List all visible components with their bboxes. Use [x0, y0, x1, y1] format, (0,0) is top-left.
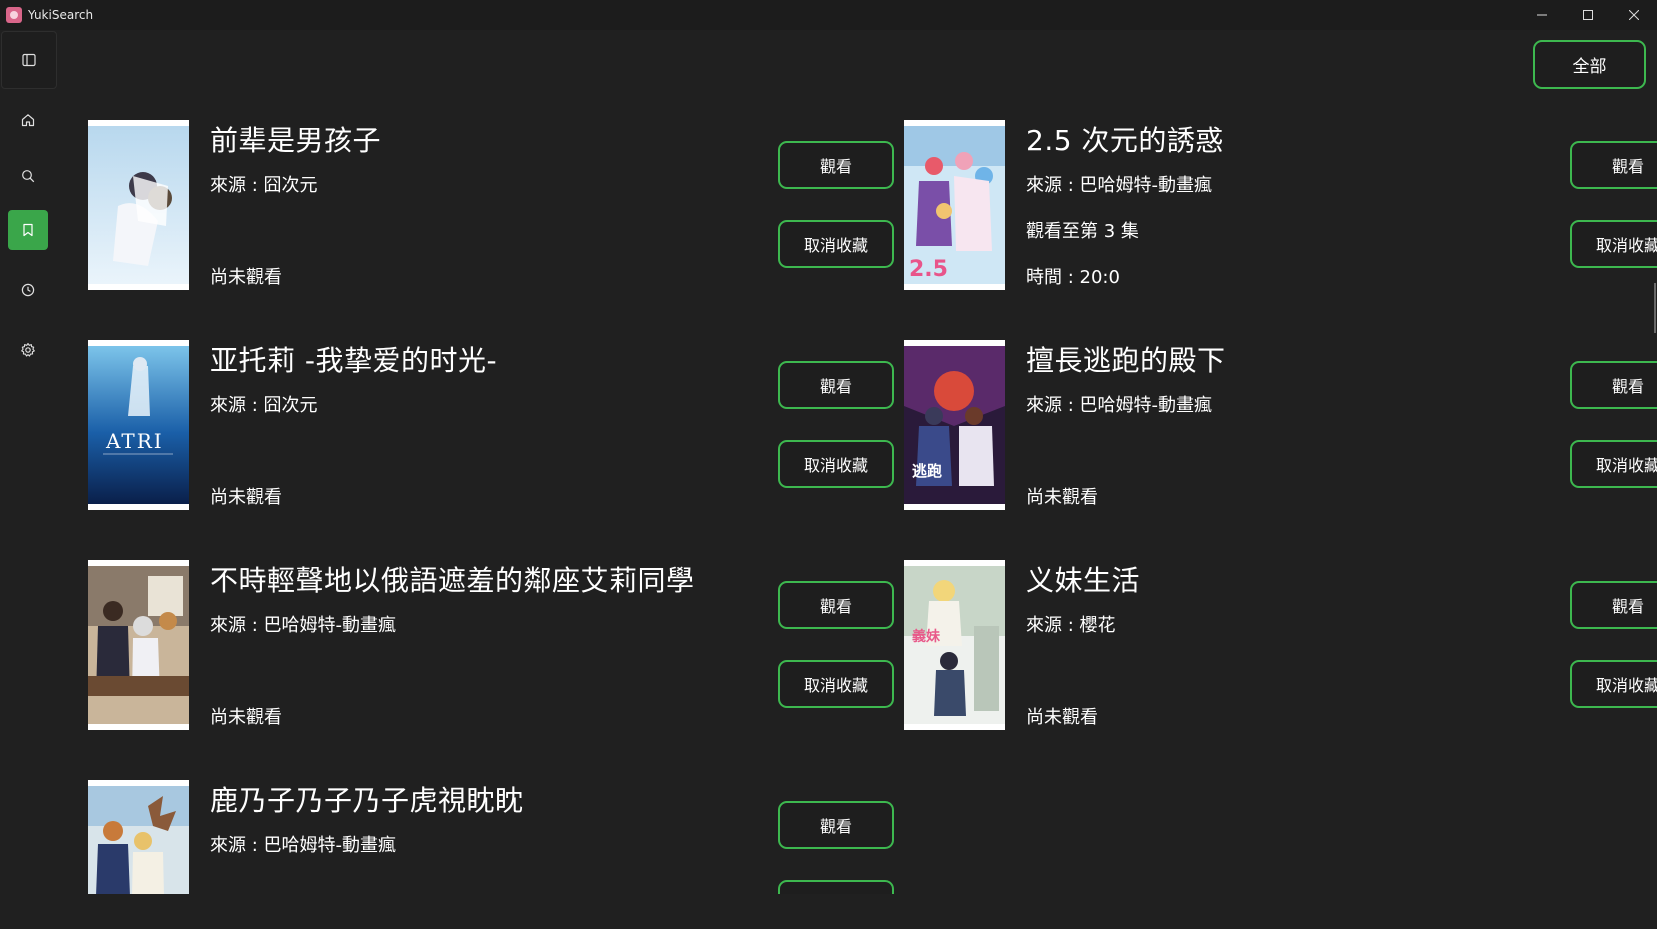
minimize-button[interactable]: [1519, 0, 1565, 30]
scrollbar-thumb[interactable]: [1654, 283, 1656, 333]
sidebar-item-favorites[interactable]: [8, 210, 48, 250]
svg-text:ATRI: ATRI: [105, 429, 164, 453]
watch-button[interactable]: 觀看: [1570, 361, 1657, 409]
poster-art: [88, 126, 189, 284]
source-label: 來源 : 櫻花: [1026, 615, 1116, 636]
close-button[interactable]: [1611, 0, 1657, 30]
source-label: 來源 : 囧次元: [210, 395, 318, 416]
poster-art: [88, 566, 189, 724]
maximize-button[interactable]: [1565, 0, 1611, 30]
source-label: 來源 : 巴哈姆特-動畫瘋: [210, 835, 397, 856]
anime-title: 鹿乃子乃子乃子虎視眈眈: [210, 784, 524, 817]
sidebar: [0, 30, 58, 929]
poster-image[interactable]: [88, 780, 189, 894]
status-label: 尚未觀看: [210, 267, 282, 288]
source-label: 來源 : 巴哈姆特-動畫瘋: [1026, 395, 1213, 416]
unfavorite-button[interactable]: 取消收藏: [778, 220, 894, 268]
unfavorite-button[interactable]: 取消收藏: [778, 660, 894, 708]
clock-icon: [21, 283, 35, 297]
poster-image[interactable]: ATRI: [88, 340, 189, 510]
anime-title: 2.5 次元的誘惑: [1026, 124, 1224, 157]
source-label: 來源 : 巴哈姆特-動畫瘋: [1026, 175, 1213, 196]
poster-image[interactable]: 2.5: [904, 120, 1005, 290]
anime-title: 擅長逃跑的殿下: [1026, 344, 1226, 377]
app-logo-icon: [6, 7, 22, 23]
sidebar-item-settings[interactable]: [8, 330, 48, 370]
anime-title: 亚托莉 -我挚爱的时光-: [210, 344, 498, 377]
bookmark-icon: [23, 223, 33, 237]
filter-all-button[interactable]: 全部: [1533, 40, 1646, 89]
poster-art: 義妹: [904, 566, 1005, 724]
sidebar-item-search[interactable]: [8, 156, 48, 196]
poster-image[interactable]: [88, 120, 189, 290]
close-icon: [1629, 10, 1639, 20]
favorite-card: 鹿乃子乃子乃子虎視眈眈 來源 : 巴哈姆特-動畫瘋 觀看 取消收藏: [88, 780, 894, 894]
favorite-card: 前辈是男孩子 來源 : 囧次元 尚未觀看 觀看 取消收藏: [88, 120, 894, 290]
source-label: 來源 : 囧次元: [210, 175, 318, 196]
unfavorite-button[interactable]: 取消收藏: [1570, 220, 1657, 268]
anime-title: 义妹生活: [1026, 564, 1141, 597]
poster-art: 逃跑: [904, 346, 1005, 504]
favorite-card: 義妹 义妹生活 來源 : 櫻花 尚未觀看 觀看 取消收藏: [904, 560, 1657, 730]
anime-title: 前辈是男孩子: [210, 124, 382, 157]
search-icon: [22, 170, 35, 183]
title-bar: YukiSearch: [0, 0, 1657, 30]
poster-image[interactable]: 義妹: [904, 560, 1005, 730]
watch-button[interactable]: 觀看: [778, 801, 894, 849]
favorite-card: 2.5 2.5 次元的誘惑 來源 : 巴哈姆特-動畫瘋 觀看至第 3 集 時間 …: [904, 120, 1657, 290]
sidebar-panel-icon: [22, 53, 36, 67]
sidebar-toggle-button[interactable]: [1, 31, 57, 89]
status-label: 尚未觀看: [210, 707, 282, 728]
gear-icon: [21, 342, 35, 357]
watch-button[interactable]: 觀看: [778, 141, 894, 189]
app-title: YukiSearch: [28, 8, 94, 22]
source-label: 來源 : 巴哈姆特-動畫瘋: [210, 615, 397, 636]
status-label: 尚未觀看: [1026, 707, 1098, 728]
unfavorite-button[interactable]: 取消收藏: [778, 880, 894, 894]
poster-art: 2.5: [904, 126, 1005, 284]
favorite-card: 不時輕聲地以俄語遮羞的鄰座艾莉同學 來源 : 巴哈姆特-動畫瘋 尚未觀看 觀看 …: [88, 560, 894, 730]
unfavorite-button[interactable]: 取消收藏: [1570, 660, 1657, 708]
status-label: 時間 : 20:0: [1026, 267, 1120, 288]
poster-art: [88, 786, 189, 894]
progress-label: 觀看至第 3 集: [1026, 221, 1139, 242]
favorite-card: ATRI 亚托莉 -我挚爱的时光- 來源 : 囧次元 尚未觀看 觀看 取消收藏: [88, 340, 894, 510]
poster-art: ATRI: [88, 346, 189, 504]
sidebar-item-history[interactable]: [8, 270, 48, 310]
svg-text:逃跑: 逃跑: [912, 462, 942, 480]
svg-text:義妹: 義妹: [912, 628, 941, 645]
unfavorite-button[interactable]: 取消收藏: [778, 440, 894, 488]
home-icon: [21, 114, 35, 127]
status-label: 尚未觀看: [210, 487, 282, 508]
watch-button[interactable]: 觀看: [778, 361, 894, 409]
watch-button[interactable]: 觀看: [778, 581, 894, 629]
sidebar-item-home[interactable]: [8, 100, 48, 140]
svg-text:2.5: 2.5: [909, 257, 948, 282]
watch-button[interactable]: 觀看: [1570, 141, 1657, 189]
minimize-icon: [1537, 14, 1547, 16]
favorites-list: 前辈是男孩子 來源 : 囧次元 尚未觀看 觀看 取消收藏 2.5 2.5 次元的…: [58, 92, 1657, 894]
status-label: 尚未觀看: [1026, 487, 1098, 508]
window-controls: [1519, 0, 1657, 30]
poster-image[interactable]: [88, 560, 189, 730]
watch-button[interactable]: 觀看: [1570, 581, 1657, 629]
poster-image[interactable]: 逃跑: [904, 340, 1005, 510]
unfavorite-button[interactable]: 取消收藏: [1570, 440, 1657, 488]
maximize-icon: [1583, 10, 1593, 20]
anime-title: 不時輕聲地以俄語遮羞的鄰座艾莉同學: [210, 564, 695, 597]
favorite-card: 逃跑 擅長逃跑的殿下 來源 : 巴哈姆特-動畫瘋 尚未觀看 觀看 取消收藏: [904, 340, 1657, 510]
